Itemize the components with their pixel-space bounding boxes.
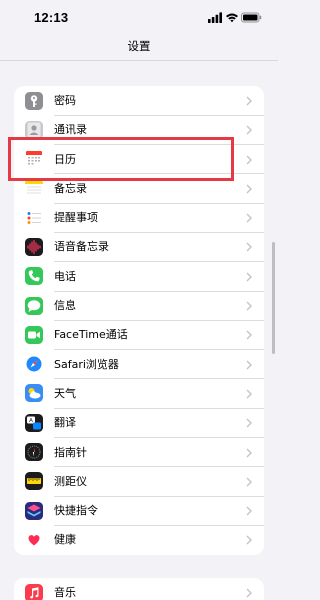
settings-row-label: 测距仪 [54, 474, 87, 488]
settings-row-label: 天气 [54, 386, 76, 400]
settings-row-passwords[interactable]: 密码 [14, 86, 264, 116]
chevron-right-icon [246, 506, 252, 516]
shortcuts-icon [25, 501, 43, 520]
phone-icon [25, 267, 43, 286]
settings-row-label: 电话 [54, 269, 76, 283]
settings-row-label: 音乐 [54, 586, 76, 599]
chevron-right-icon [246, 448, 252, 458]
chevron-right-icon [246, 155, 252, 165]
chevron-right-icon [246, 389, 252, 399]
page-title: 设置 [127, 39, 151, 53]
status-icons [208, 12, 262, 23]
scroll-indicator[interactable] [272, 242, 275, 354]
settings-row-messages[interactable]: 信息 [14, 291, 264, 321]
settings-row-label: 翻译 [54, 416, 76, 430]
settings-row-music[interactable]: 音乐 [14, 578, 264, 600]
settings-row-label: 指南针 [54, 445, 87, 459]
music-icon [25, 583, 43, 600]
settings-row-safari[interactable]: Safari浏览器 [14, 350, 264, 379]
nav-divider [0, 60, 278, 61]
compass-icon [25, 443, 43, 462]
translate-icon: A [25, 413, 43, 432]
wifi-icon [226, 13, 238, 23]
svg-text:A: A [29, 418, 33, 424]
settings-row-weather[interactable]: 天气 [14, 379, 264, 409]
cellular-signal-icon [208, 12, 222, 23]
chevron-right-icon [246, 301, 252, 311]
facetime-icon [25, 325, 43, 344]
settings-group-media: 音乐 [14, 578, 264, 600]
settings-row-label: 信息 [54, 299, 76, 313]
chevron-right-icon [246, 418, 252, 428]
nav-bar: 设置 [0, 34, 278, 58]
settings-row-reminders[interactable]: 提醒事项 [14, 203, 264, 233]
settings-row-facetime[interactable]: FaceTime通话 [14, 320, 264, 350]
settings-row-label: 语音备忘录 [54, 240, 109, 254]
highlight-box [8, 137, 234, 181]
reminders-icon [25, 208, 43, 227]
chevron-right-icon [246, 213, 252, 223]
chevron-right-icon [246, 184, 252, 194]
chevron-right-icon [246, 535, 252, 545]
safari-icon [25, 355, 43, 374]
status-bar: 12:13 [0, 0, 278, 34]
settings-row-health[interactable]: 健康 [14, 525, 264, 554]
chevron-right-icon [246, 477, 252, 487]
voice-memos-icon [25, 237, 43, 256]
settings-row-label: Safari浏览器 [54, 357, 119, 371]
settings-row-label: 提醒事项 [54, 211, 98, 225]
chevron-right-icon [246, 242, 252, 252]
settings-row-translate[interactable]: A 翻译 [14, 408, 264, 438]
chevron-right-icon [246, 330, 252, 340]
health-icon [25, 530, 43, 549]
settings-row-compass[interactable]: 指南针 [14, 438, 264, 467]
settings-row-label: 密码 [54, 94, 76, 107]
measure-icon [25, 472, 43, 491]
key-icon [25, 91, 43, 110]
notes-icon [25, 179, 43, 198]
chevron-right-icon [246, 272, 252, 282]
status-time: 12:13 [34, 10, 69, 25]
messages-icon [25, 296, 43, 315]
settings-row-label: FaceTime通话 [54, 328, 128, 342]
battery-icon [241, 12, 262, 23]
settings-row-voice-memos[interactable]: 语音备忘录 [14, 232, 264, 262]
settings-row-label: 快捷指令 [54, 504, 98, 518]
settings-row-phone[interactable]: 电话 [14, 262, 264, 292]
chevron-right-icon [246, 96, 252, 106]
weather-icon [25, 384, 43, 403]
settings-row-shortcuts[interactable]: 快捷指令 [14, 496, 264, 526]
settings-row-measure[interactable]: 测距仪 [14, 467, 264, 497]
settings-row-label: 健康 [54, 533, 76, 547]
chevron-right-icon [246, 588, 252, 598]
chevron-right-icon [246, 360, 252, 370]
chevron-right-icon [246, 125, 252, 135]
